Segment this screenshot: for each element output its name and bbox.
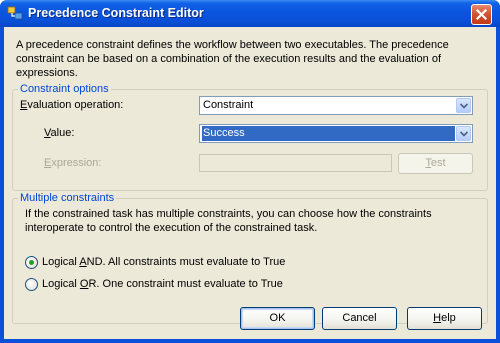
- cancel-button[interactable]: Cancel: [322, 307, 397, 330]
- evaluation-operation-value: Constraint: [203, 99, 254, 111]
- radio-selected-dot: [29, 260, 34, 265]
- window-title: Precedence Constraint Editor: [28, 6, 204, 20]
- value-select-value: Success: [202, 126, 455, 141]
- help-button[interactable]: Help: [407, 307, 482, 330]
- multiple-constraints-description: If the constrained task has multiple con…: [25, 208, 432, 234]
- chevron-down-icon[interactable]: [456, 126, 471, 141]
- logical-and-radio[interactable]: [25, 256, 38, 269]
- logical-or-label[interactable]: Logical OR. One constraint must evaluate…: [42, 278, 283, 290]
- dialog-window: Precedence Constraint Editor A precedenc…: [0, 0, 500, 343]
- dialog-client-area: A precedence constraint defines the work…: [4, 27, 496, 339]
- expression-input[interactable]: [199, 154, 392, 172]
- ssis-package-icon: [7, 5, 23, 21]
- value-select[interactable]: Success: [199, 124, 473, 143]
- evaluation-operation-label: Evaluation operation:: [20, 99, 124, 111]
- ok-button[interactable]: OK: [240, 307, 315, 330]
- test-button[interactable]: Test: [398, 153, 473, 174]
- value-label: Value:: [44, 127, 75, 139]
- logical-and-label[interactable]: Logical AND. All constraints must evalua…: [42, 256, 285, 268]
- constraint-options-legend: Constraint options: [18, 83, 111, 95]
- logical-or-radio[interactable]: [25, 278, 38, 291]
- chevron-down-icon[interactable]: [456, 98, 471, 113]
- expression-label: Expression:: [44, 157, 102, 169]
- multiple-constraints-legend: Multiple constraints: [18, 192, 117, 204]
- close-button[interactable]: [471, 4, 492, 25]
- title-bar[interactable]: Precedence Constraint Editor: [0, 0, 500, 27]
- dialog-description: A precedence constraint defines the work…: [16, 39, 449, 79]
- evaluation-operation-select[interactable]: Constraint: [199, 96, 473, 115]
